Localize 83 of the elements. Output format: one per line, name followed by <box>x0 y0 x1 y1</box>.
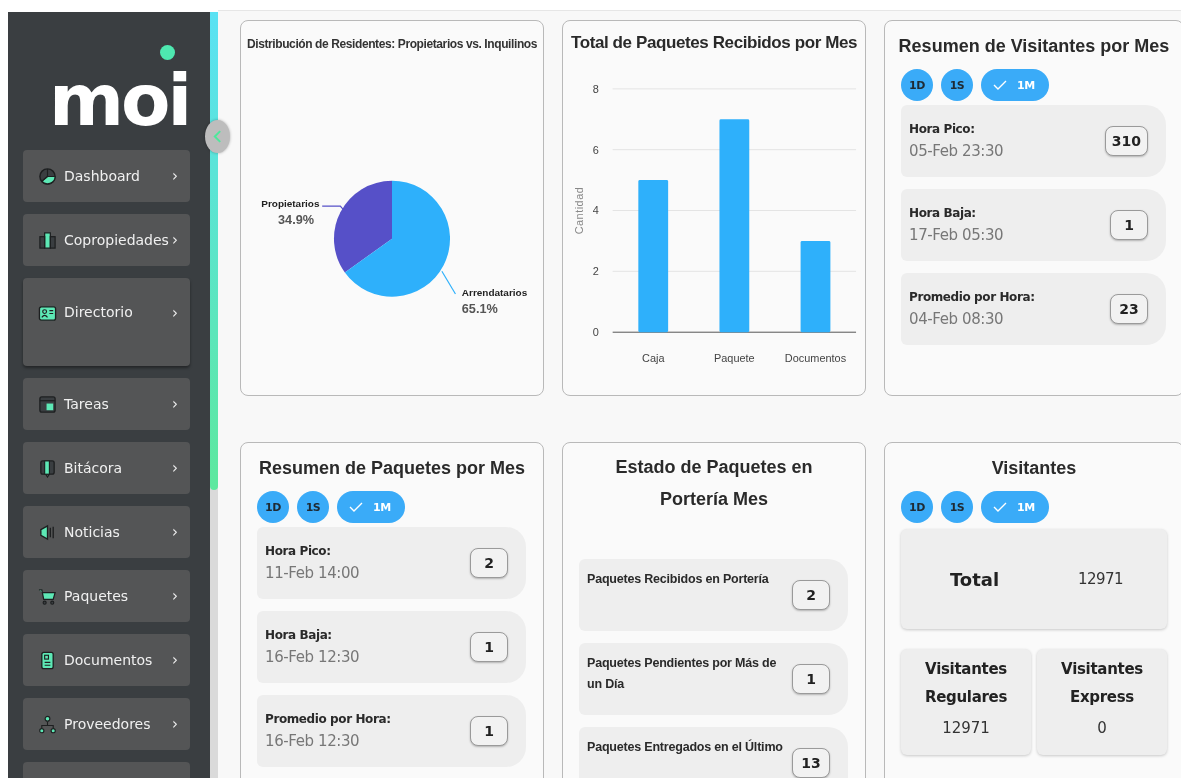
chart-title: Distribución de Residentes: Propietarios vs. Inquilinos <box>245 36 539 51</box>
sidebar-item[interactable]: Tareas › <box>23 378 190 430</box>
contact-card-icon <box>38 304 57 323</box>
value-badge: 2 <box>470 548 508 578</box>
x-tick-label: Documentos <box>784 352 847 364</box>
leader-line <box>321 205 346 213</box>
card-title: Estado de Paquetes en Portería Mes <box>614 456 814 511</box>
x-tick-label: Caja <box>642 352 665 364</box>
sidebar-item[interactable]: Directorio › <box>23 278 190 366</box>
y-tick-label: 4 <box>592 204 599 217</box>
stat-time: 17-Feb 05:30 <box>909 226 1005 244</box>
value-badge: 23 <box>1110 294 1148 324</box>
slice-label: Arrendatarios <box>461 286 528 298</box>
y-tick-label: 2 <box>592 265 599 278</box>
value-badge: 1 <box>470 632 508 662</box>
org-chart-icon <box>38 714 57 734</box>
stat-label: Hora Pico: <box>265 544 332 558</box>
sidebar-item[interactable]: Bitácora › <box>23 442 190 494</box>
sidebar-item[interactable]: Paquetes › <box>23 570 190 622</box>
period-chip[interactable]: 1D <box>901 69 933 101</box>
period-chip[interactable]: 1S <box>941 69 973 101</box>
value-badge: 13 <box>792 748 830 778</box>
sidebar-item[interactable]: Copropiedades › <box>23 214 190 266</box>
stat-label: Hora Pico: <box>909 122 976 136</box>
y-tick-label: 6 <box>592 143 599 156</box>
book-icon <box>38 458 57 478</box>
stat-label: Paquetes Entregados en el Último <box>587 738 784 756</box>
total-value: 12971 <box>1076 570 1125 588</box>
value-badge: 1 <box>470 716 508 746</box>
pie-chart-icon <box>38 166 57 186</box>
count-value: 12971 <box>942 719 990 737</box>
slice-value: 65.1% <box>461 302 498 317</box>
card-title: Resumen de Visitantes por Mes <box>897 35 1171 58</box>
value-badge: 310 <box>1104 126 1148 156</box>
y-axis-label: Cantidad <box>572 186 585 235</box>
stat-label: Hora Baja: <box>909 206 977 220</box>
stat-time: 11-Feb 14:00 <box>265 564 361 582</box>
y-tick-label: 8 <box>592 82 599 95</box>
slice-value: 34.9% <box>278 213 315 228</box>
value-badge: 2 <box>792 580 830 610</box>
count-value: 0 <box>1097 719 1107 737</box>
y-tick-label: 0 <box>592 326 599 339</box>
card-title: Resumen de Paquetes por Mes <box>257 457 527 480</box>
stat-label: Paquetes Recibidos en Portería <box>587 571 770 588</box>
cart-icon <box>38 586 57 606</box>
stat-label: Promedio por Hora: <box>265 712 392 726</box>
sidebar-item[interactable]: Noticias › <box>23 506 190 558</box>
value-badge: 1 <box>1110 210 1148 240</box>
check-icon <box>993 80 1007 90</box>
document-icon <box>38 650 57 670</box>
scrollbar[interactable] <box>210 12 218 778</box>
check-icon <box>993 502 1007 512</box>
stat-label: Hora Baja: <box>265 628 333 642</box>
chevron-left-icon <box>213 130 222 143</box>
count-label: Visitantes Express <box>1060 659 1144 708</box>
scrollbar-thumb[interactable] <box>210 12 218 490</box>
period-chip[interactable]: 1D <box>901 491 933 523</box>
chart-title: Total de Paquetes Recibidos por Mes <box>569 32 859 53</box>
stat-time: 16-Feb 12:30 <box>265 648 361 666</box>
leader-line <box>441 270 457 295</box>
logo-dot-icon <box>160 45 175 60</box>
sidebar-item[interactable]: Dashboard › <box>23 150 190 202</box>
stat-label: Paquetes Pendientes por Más de un Día <box>587 655 778 693</box>
stat-time: 04-Feb 08:30 <box>909 310 1005 328</box>
stat-time: 16-Feb 12:30 <box>265 732 361 750</box>
calendar-icon <box>38 394 57 414</box>
slice-label: Propietarios <box>261 197 320 209</box>
x-tick-label: Paquete <box>714 352 755 364</box>
sidebar-item[interactable]: Documentos › <box>23 634 190 686</box>
check-icon <box>349 502 363 512</box>
period-chip[interactable]: 1S <box>941 491 973 523</box>
count-label: Visitantes Regulares <box>923 659 1009 708</box>
stat-time: 05-Feb 23:30 <box>909 142 1005 160</box>
building-icon <box>38 230 57 250</box>
sidebar-item[interactable]: Proveedores › <box>23 698 190 750</box>
value-badge: 1 <box>792 664 830 694</box>
card-title: Visitantes <box>990 457 1078 480</box>
stat-label: Promedio por Hora: <box>909 290 1036 304</box>
period-chip[interactable]: 1D <box>257 491 289 523</box>
period-chip[interactable]: 1S <box>297 491 329 523</box>
megaphone-icon <box>38 522 57 542</box>
total-label: Total <box>948 568 1001 590</box>
logo: moi <box>49 64 190 136</box>
